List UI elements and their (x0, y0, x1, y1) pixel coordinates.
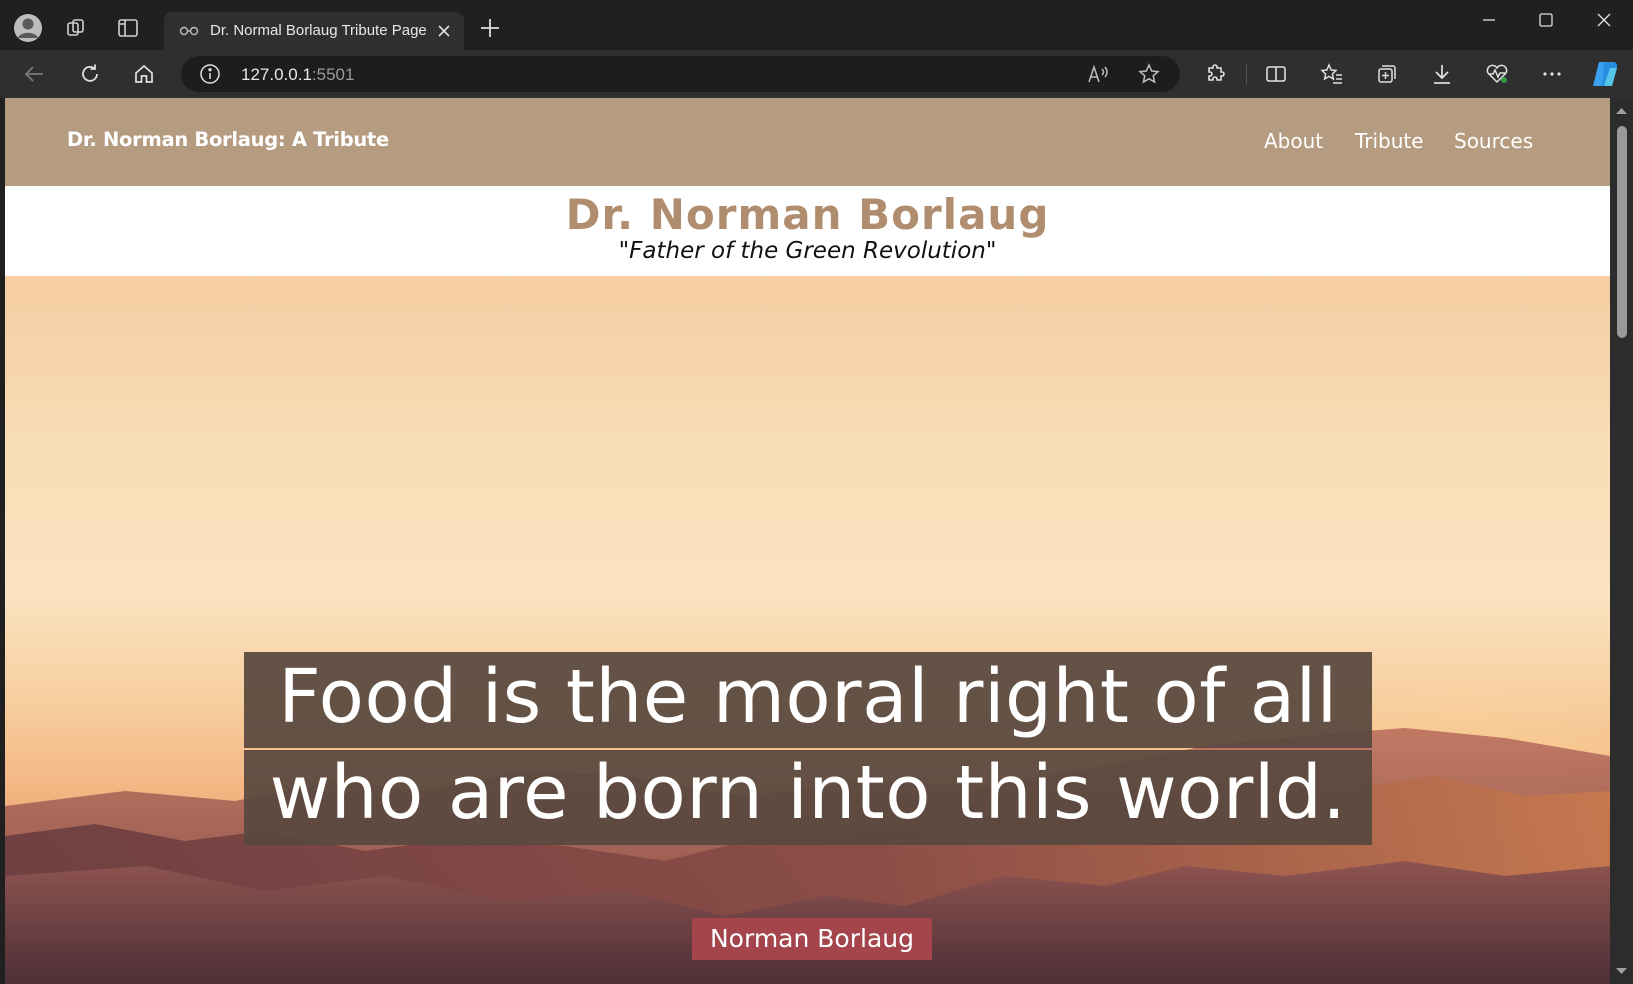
collections-icon[interactable] (1369, 56, 1405, 92)
nav-link-about[interactable]: About (1264, 129, 1323, 153)
home-icon[interactable] (126, 56, 162, 92)
scroll-up-icon[interactable] (1610, 104, 1633, 118)
site-brand[interactable]: Dr. Norman Borlaug: A Tribute (67, 128, 389, 151)
quote-line-1-box: Food is the moral right of all (244, 652, 1372, 748)
split-screen-icon[interactable] (1258, 56, 1294, 92)
refresh-icon[interactable] (72, 56, 108, 92)
page-subtitle: "Father of the Green Revolution" (618, 238, 997, 264)
minimize-icon[interactable] (1460, 0, 1518, 40)
quote-line-2-box: who are born into this world. (244, 750, 1372, 845)
extensions-icon[interactable] (1198, 56, 1234, 92)
quote-line-1: Food is the moral right of all (278, 654, 1338, 740)
read-aloud-icon[interactable] (1087, 63, 1111, 89)
quote-line-2: who are born into this world. (269, 750, 1347, 836)
browser-essentials-icon[interactable] (1479, 56, 1515, 92)
hero-image: Food is the moral right of all who are b… (5, 276, 1610, 984)
copilot-icon[interactable] (1587, 56, 1623, 92)
browser-tab-active[interactable]: Dr. Normal Borlaug Tribute Page (164, 12, 464, 50)
address-host: 127.0.0.1 (241, 65, 312, 84)
page-scrollbar[interactable] (1610, 98, 1633, 984)
quote-author-badge: Norman Borlaug (692, 918, 932, 960)
page-viewport: Dr. Norman Borlaug: A Tribute About Trib… (5, 98, 1610, 984)
site-info-icon[interactable] (199, 63, 221, 89)
browser-titlebar: Dr. Normal Borlaug Tribute Page (0, 0, 1633, 50)
site-navbar: Dr. Norman Borlaug: A Tribute About Trib… (5, 98, 1610, 186)
scroll-down-icon[interactable] (1610, 964, 1633, 978)
browser-toolbar: 127.0.0.1:5501 (0, 50, 1633, 98)
back-icon[interactable] (16, 56, 52, 92)
address-text: 127.0.0.1:5501 (241, 65, 354, 85)
close-tab-icon[interactable] (434, 21, 454, 45)
page-title: Dr. Norman Borlaug (565, 190, 1050, 239)
favorites-icon[interactable] (1314, 56, 1350, 92)
favorite-star-icon[interactable] (1138, 63, 1160, 89)
scrollbar-thumb[interactable] (1617, 126, 1627, 338)
nav-link-sources[interactable]: Sources (1454, 129, 1533, 153)
nav-link-tribute[interactable]: Tribute (1355, 129, 1424, 153)
tab-reading-icon (178, 21, 200, 45)
vertical-tabs-icon[interactable] (110, 10, 146, 46)
page-header: Dr. Norman Borlaug "Father of the Green … (5, 186, 1610, 276)
more-icon[interactable] (1534, 56, 1570, 92)
mountain-landscape-graphic (5, 728, 1610, 984)
toolbar-divider (1246, 64, 1247, 84)
downloads-icon[interactable] (1424, 56, 1460, 92)
new-tab-icon[interactable] (472, 10, 508, 46)
address-bar[interactable]: 127.0.0.1:5501 (181, 56, 1180, 92)
profile-icon[interactable] (10, 10, 46, 46)
tab-title: Dr. Normal Borlaug Tribute Page (210, 22, 427, 39)
maximize-icon[interactable] (1517, 0, 1575, 40)
address-port: :5501 (311, 65, 355, 84)
close-window-icon[interactable] (1575, 0, 1633, 40)
workspaces-icon[interactable] (58, 10, 94, 46)
